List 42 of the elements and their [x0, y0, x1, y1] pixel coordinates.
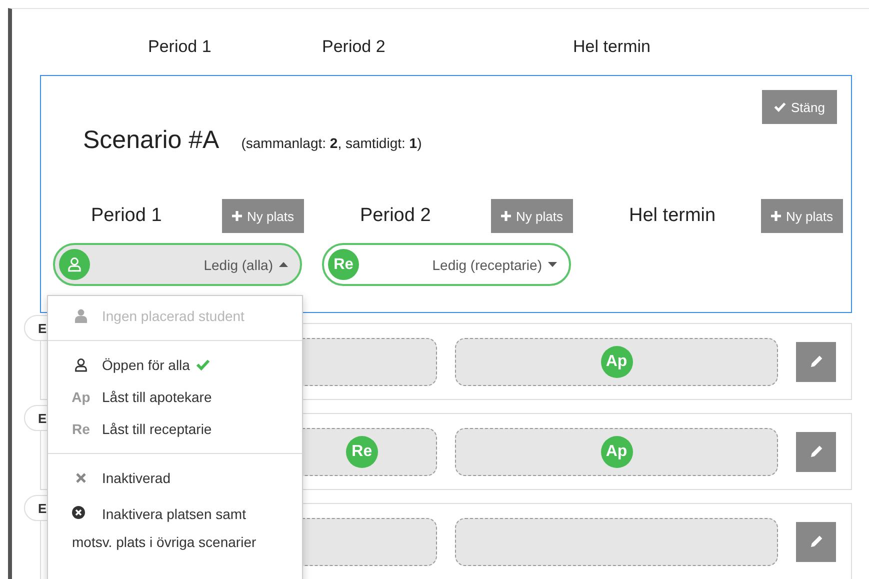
role-badge: Re [346, 436, 378, 468]
period-label: Period 1 [91, 205, 162, 227]
edit-button[interactable] [796, 432, 836, 472]
add-place-button[interactable]: Ny plats [761, 199, 843, 233]
caret-icon [279, 262, 288, 267]
add-place-button[interactable]: Ny plats [222, 199, 304, 233]
place-dropdown[interactable]: Ledig (alla) [53, 243, 302, 286]
role-code: Re [72, 420, 90, 438]
period-label: Period 2 [360, 205, 431, 227]
period-heading: Period 1 [148, 37, 212, 57]
period-label: Hel termin [629, 205, 716, 227]
add-place-button[interactable]: Ny plats [491, 199, 573, 233]
pencil-icon [810, 445, 823, 458]
circle-close-icon [72, 506, 85, 519]
role-badge: Ap [600, 346, 633, 378]
place-status: Ledig (receptarie) [431, 256, 542, 272]
scenario-title: Scenario #A [83, 126, 220, 155]
role-badge: Ap [600, 436, 633, 468]
period-heading: Hel termin [573, 37, 650, 57]
role-code: Ap [72, 388, 90, 406]
close-button[interactable]: Stäng [762, 90, 837, 124]
role-badge: Re [328, 249, 359, 280]
person-icon [75, 309, 87, 323]
pencil-icon [810, 535, 823, 548]
edit-button[interactable] [796, 342, 836, 382]
place-status: Ledig (alla) [202, 256, 273, 272]
edit-button[interactable] [796, 522, 836, 562]
period-heading: Period 2 [322, 37, 386, 57]
menu-item[interactable]: Öppen för alla [48, 349, 302, 381]
check-icon [774, 102, 786, 112]
person-icon [67, 257, 82, 272]
close-icon [76, 473, 86, 483]
plus-icon [501, 211, 512, 221]
caret-icon [548, 262, 557, 267]
pencil-icon [810, 355, 823, 368]
scenario-summary: (sammanlagt: 2, samtidigt: 1) [241, 135, 422, 151]
person-icon [74, 358, 88, 372]
place-dropdown[interactable]: Re Ledig (receptarie) [322, 243, 571, 286]
place-slot[interactable]: Ap [454, 338, 778, 386]
plus-icon [771, 211, 782, 221]
place-slot[interactable]: Ap [454, 428, 778, 476]
plus-icon [232, 211, 242, 221]
